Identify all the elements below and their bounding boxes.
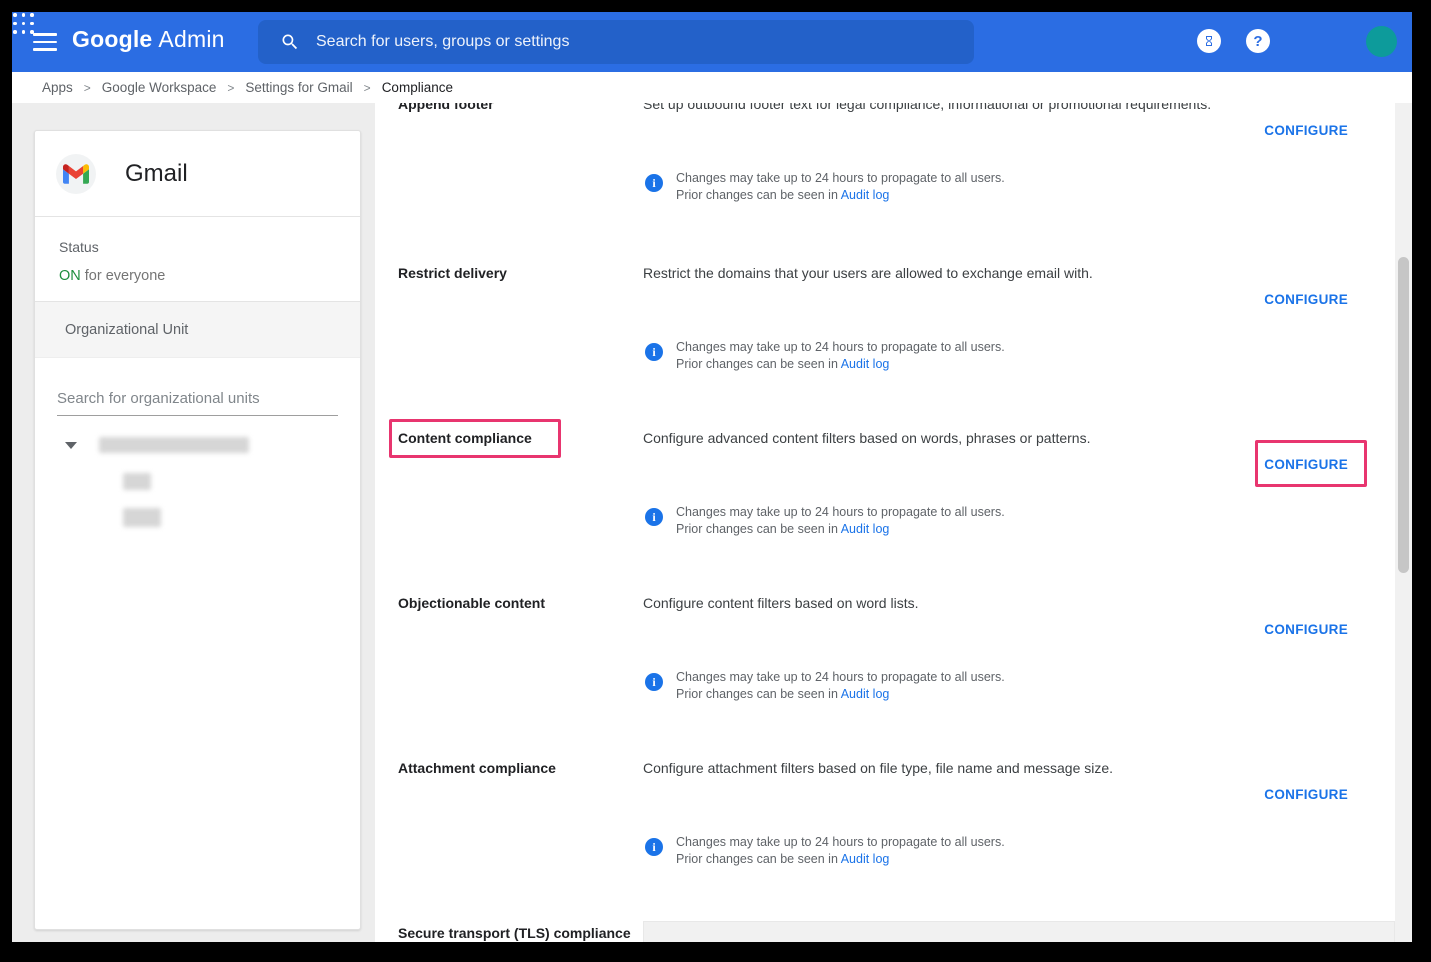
breadcrumb-compliance: Compliance: [382, 80, 453, 95]
info-icon: i: [645, 174, 663, 192]
setting-label: Content compliance: [398, 430, 628, 446]
propagation-note: i Changes may take up to 24 hours to pro…: [645, 834, 1005, 868]
setting-description: Set up outbound footer text for legal co…: [643, 103, 1335, 112]
gmail-service-card: Gmail Status ONfor everyone Organization…: [34, 130, 361, 930]
search-icon: [280, 32, 300, 52]
tls-setting-panel[interactable]: [643, 921, 1395, 942]
info-icon: i: [645, 673, 663, 691]
sidebar: Gmail Status ONfor everyone Organization…: [12, 103, 375, 942]
audit-log-link[interactable]: Audit log: [841, 357, 890, 371]
audit-log-link[interactable]: Audit log: [841, 852, 890, 866]
help-icon[interactable]: ?: [1246, 29, 1270, 53]
breadcrumb-google-workspace[interactable]: Google Workspace: [102, 80, 217, 95]
hourglass-badge-icon[interactable]: [1197, 29, 1221, 53]
setting-description: Configure attachment filters based on fi…: [643, 760, 1335, 776]
setting-label: Restrict delivery: [398, 265, 628, 281]
info-icon: i: [645, 508, 663, 526]
breadcrumb: Apps > Google Workspace > Settings for G…: [12, 72, 1412, 103]
vertical-scrollbar[interactable]: [1395, 103, 1412, 942]
info-icon: i: [645, 838, 663, 856]
audit-log-link[interactable]: Audit log: [841, 522, 890, 536]
chevron-right-icon: >: [84, 81, 91, 95]
propagation-note: i Changes may take up to 24 hours to pro…: [645, 170, 1005, 204]
setting-label: Attachment compliance: [398, 760, 628, 776]
configure-button[interactable]: CONFIGURE: [1264, 787, 1348, 802]
status-section: Status ONfor everyone: [35, 217, 360, 302]
menu-icon[interactable]: [33, 33, 57, 51]
audit-log-link[interactable]: Audit log: [841, 687, 890, 701]
audit-log-link[interactable]: Audit log: [841, 188, 890, 202]
propagation-note: i Changes may take up to 24 hours to pro…: [645, 669, 1005, 703]
setting-description: Configure content filters based on word …: [643, 595, 1335, 611]
search-input[interactable]: [316, 33, 916, 51]
breadcrumb-apps[interactable]: Apps: [42, 80, 73, 95]
admin-console-window: GoogleAdmin ? Apps > Google Workspace > …: [12, 12, 1412, 942]
setting-description: Restrict the domains that your users are…: [643, 265, 1335, 281]
app-bar: GoogleAdmin ?: [12, 12, 1412, 72]
chevron-right-icon: >: [364, 81, 371, 95]
org-unit-child-redacted[interactable]: [123, 473, 151, 490]
settings-list: Append footer Set up outbound footer tex…: [375, 103, 1395, 942]
setting-row-content-compliance: Content compliance Configure advanced co…: [375, 430, 1395, 560]
info-icon: i: [645, 343, 663, 361]
org-unit-child-redacted[interactable]: [123, 508, 161, 527]
gmail-logo-icon: [56, 154, 96, 194]
brand-google: Google: [72, 26, 152, 52]
org-unit-header: Organizational Unit: [35, 302, 360, 358]
caret-down-icon[interactable]: [65, 442, 77, 449]
setting-description: Configure advanced content filters based…: [643, 430, 1335, 446]
setting-row-restrict-delivery: Restrict delivery Restrict the domains t…: [375, 265, 1395, 395]
setting-label: Append footer: [398, 103, 628, 112]
global-search[interactable]: [258, 20, 974, 64]
brand-admin: Admin: [158, 26, 224, 52]
setting-row-attachment-compliance: Attachment compliance Configure attachme…: [375, 760, 1395, 890]
configure-button[interactable]: CONFIGURE: [1264, 292, 1348, 307]
configure-button[interactable]: CONFIGURE: [1264, 123, 1348, 138]
scrollbar-thumb[interactable]: [1398, 257, 1409, 573]
status-on-badge: ON: [59, 268, 81, 284]
setting-label: Secure transport (TLS) compliance: [398, 925, 658, 941]
propagation-note: i Changes may take up to 24 hours to pro…: [645, 339, 1005, 373]
status-label: Status: [59, 239, 360, 255]
breadcrumb-settings-for-gmail[interactable]: Settings for Gmail: [245, 80, 352, 95]
propagation-note: i Changes may take up to 24 hours to pro…: [645, 504, 1005, 538]
chevron-right-icon: >: [227, 81, 234, 95]
card-header: Gmail: [35, 131, 360, 217]
org-unit-root-redacted[interactable]: [99, 437, 249, 453]
setting-row-objectionable-content: Objectionable content Configure content …: [375, 595, 1395, 725]
brand-logo[interactable]: GoogleAdmin: [72, 26, 225, 53]
configure-button[interactable]: CONFIGURE: [1264, 622, 1348, 637]
account-avatar[interactable]: [1366, 26, 1397, 57]
org-unit-search-input[interactable]: [57, 386, 338, 416]
org-unit-search[interactable]: [57, 386, 338, 416]
setting-label: Objectionable content: [398, 595, 628, 611]
setting-row-append-footer: Append footer Set up outbound footer tex…: [375, 103, 1395, 226]
status-value: ONfor everyone: [59, 268, 360, 284]
content-area: Gmail Status ONfor everyone Organization…: [12, 103, 1412, 942]
service-title: Gmail: [125, 160, 188, 188]
configure-button[interactable]: CONFIGURE: [1264, 457, 1348, 472]
